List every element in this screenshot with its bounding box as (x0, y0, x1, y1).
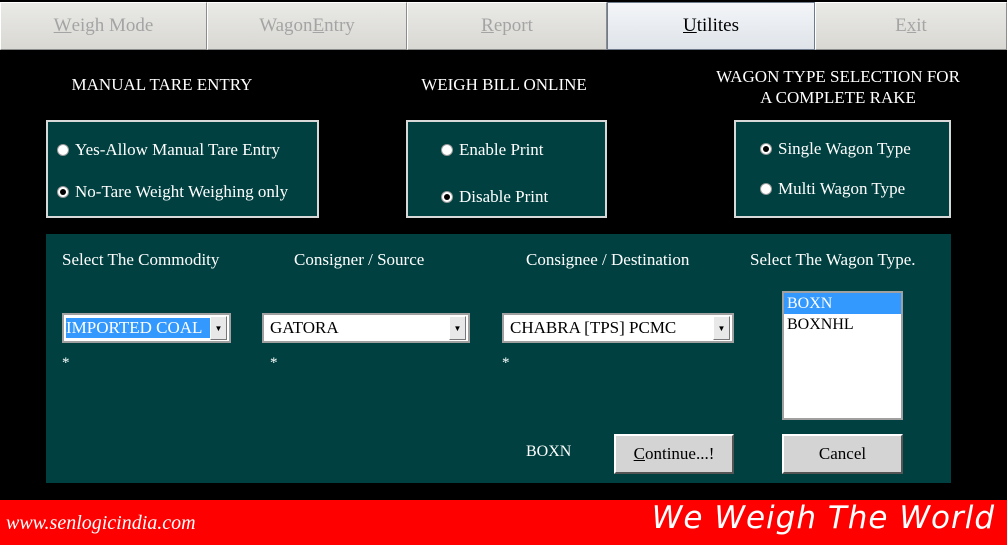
required-marker-destination: * (502, 355, 510, 371)
radio-button-icon (760, 143, 772, 155)
tab-label-accel: x (906, 15, 917, 36)
tab-label-post: eigh Mode (71, 15, 154, 36)
tab-label-pre: Wagon (259, 15, 313, 36)
tab-label-accel: U (683, 15, 697, 36)
radio-button-icon (57, 144, 69, 156)
wagon-type-listbox[interactable]: BOXN BOXNHL (782, 291, 903, 420)
destination-value: CHABRA [TPS] PCMC (510, 318, 677, 337)
radio-label: Enable Print (459, 140, 544, 159)
main-tab-bar: Weigh Mode Wagon Entry Report Utilites E… (0, 0, 1007, 50)
required-marker-commodity: * (62, 355, 70, 371)
tab-label-accel: E (312, 15, 325, 36)
commodity-value: IMPORTED COAL (66, 318, 210, 338)
radio-button-icon (57, 186, 69, 198)
chevron-down-icon[interactable]: ▼ (713, 316, 730, 340)
tab-label-post: it (916, 15, 927, 36)
chevron-down-icon[interactable]: ▼ (210, 316, 227, 340)
radio-label: Yes-Allow Manual Tare Entry (75, 140, 280, 159)
radio-label: Single Wagon Type (778, 139, 911, 158)
continue-button[interactable]: Continue...! (614, 434, 734, 474)
weigh-bill-title: WEIGH BILL ONLINE (421, 75, 587, 94)
required-marker-source: * (270, 355, 278, 371)
button-accel: C (633, 444, 645, 463)
chevron-down-icon[interactable]: ▼ (449, 316, 466, 340)
wagon-type-selection-panel: Single Wagon Type Multi Wagon Type (734, 120, 951, 218)
radio-disable-print[interactable]: Disable Print (441, 187, 548, 207)
footer-banner: www.senlogicindia.com We Weigh The World (0, 500, 1007, 545)
source-select[interactable]: GATORA ▼ (262, 313, 470, 343)
footer-website-url: www.senlogicindia.com (6, 512, 196, 534)
list-item-boxn[interactable]: BOXN (784, 293, 901, 314)
tab-report[interactable]: Report (407, 2, 607, 50)
wagon-type-label: Select The Wagon Type. (750, 250, 916, 269)
button-label: ontinue...! (644, 444, 715, 463)
commodity-select[interactable]: IMPORTED COAL ▼ (62, 313, 231, 343)
tab-label-accel: R (481, 15, 494, 36)
radio-single-wagon-type[interactable]: Single Wagon Type (760, 139, 911, 159)
manual-tare-title: MANUAL TARE ENTRY (71, 75, 253, 94)
radio-label: No-Tare Weight Weighing only (75, 182, 289, 201)
radio-no-tare-weight[interactable]: No-Tare Weight Weighing only (57, 182, 288, 202)
cancel-button[interactable]: Cancel (782, 434, 903, 474)
radio-button-icon (760, 183, 772, 195)
radio-button-icon (441, 191, 453, 203)
radio-label: Multi Wagon Type (778, 179, 906, 198)
source-value: GATORA (270, 318, 339, 337)
title-line: A COMPLETE RAKE (760, 88, 916, 107)
radio-yes-manual-tare[interactable]: Yes-Allow Manual Tare Entry (57, 140, 280, 160)
radio-enable-print[interactable]: Enable Print (441, 140, 544, 160)
tab-label-accel: W (53, 15, 72, 36)
destination-label: Consignee / Destination (526, 250, 690, 269)
destination-select[interactable]: CHABRA [TPS] PCMC ▼ (502, 313, 734, 343)
tab-utilites[interactable]: Utilites (607, 2, 815, 50)
tab-wagon-entry[interactable]: Wagon Entry (207, 2, 407, 50)
title-line: WAGON TYPE SELECTION FOR (716, 67, 960, 86)
wagon-type-selection-title: WAGON TYPE SELECTION FOR A COMPLETE RAKE (690, 66, 986, 108)
footer-slogan: We Weigh The World (651, 500, 995, 536)
manual-tare-panel: Yes-Allow Manual Tare Entry No-Tare Weig… (46, 120, 319, 218)
radio-label: Disable Print (459, 187, 549, 206)
tab-label-post: eport (493, 15, 533, 36)
tab-weigh-mode[interactable]: Weigh Mode (0, 2, 207, 50)
list-item-boxnhl[interactable]: BOXNHL (784, 314, 901, 335)
tab-label-post: tilites (696, 15, 739, 36)
tab-label-post: ntry (324, 15, 355, 36)
weigh-bill-panel: Enable Print Disable Print (406, 120, 607, 218)
tab-exit[interactable]: Ex it (815, 2, 1007, 50)
radio-button-icon (441, 144, 453, 156)
tab-label-pre: E (895, 15, 907, 36)
radio-multi-wagon-type[interactable]: Multi Wagon Type (760, 179, 905, 199)
commodity-label: Select The Commodity (62, 250, 220, 269)
source-label: Consigner / Source (294, 250, 425, 269)
current-wagon-type-text: BOXN (526, 443, 572, 460)
